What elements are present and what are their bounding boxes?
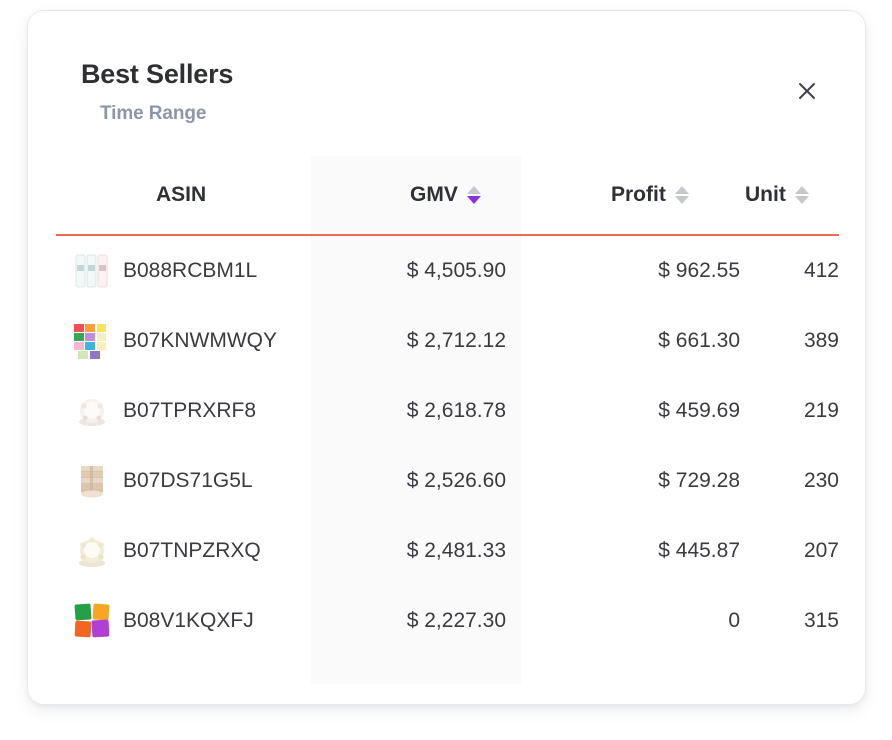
sort-icon-profit[interactable] bbox=[674, 186, 689, 204]
column-header-gmv-label: GMV bbox=[410, 183, 458, 206]
cell-gmv: $ 2,526.60 bbox=[406, 469, 506, 492]
asin-value: B088RCBM1L bbox=[123, 259, 258, 282]
card-header: Best Sellers Time Range bbox=[28, 11, 865, 156]
cell-asin: B07TPRXRF8 bbox=[73, 376, 311, 446]
asin-value: B07TNPZRXQ bbox=[123, 539, 261, 562]
table-body: B088RCBM1L $ 4,505.90 $ 962.55 412 B07KN… bbox=[28, 236, 865, 656]
sort-up-triangle bbox=[794, 186, 809, 194]
cell-gmv: $ 2,227.30 bbox=[406, 609, 506, 632]
asin-value: B07DS71G5L bbox=[123, 469, 253, 492]
column-header-profit[interactable]: Profit bbox=[611, 183, 689, 207]
cell-unit: 315 bbox=[803, 609, 839, 632]
sort-down-triangle bbox=[674, 196, 689, 204]
column-header-unit[interactable]: Unit bbox=[745, 183, 809, 207]
asin-value: B08V1KQXFJ bbox=[123, 609, 254, 632]
cell-asin: B07KNWMWQY bbox=[73, 306, 311, 376]
cell-gmv: $ 2,712.12 bbox=[406, 329, 506, 352]
column-header-asin[interactable]: ASIN bbox=[156, 183, 206, 207]
cell-unit: 230 bbox=[803, 469, 839, 492]
sort-down-triangle bbox=[466, 196, 481, 204]
cell-asin: B088RCBM1L bbox=[73, 236, 311, 306]
column-header-gmv[interactable]: GMV bbox=[410, 183, 481, 207]
page-title: Best Sellers bbox=[81, 59, 234, 89]
cell-unit: 389 bbox=[803, 329, 839, 352]
strips-thumbnail bbox=[73, 252, 111, 290]
stacked-tan-thumbnail bbox=[73, 462, 111, 500]
time-range-subtitle[interactable]: Time Range bbox=[100, 103, 206, 125]
table-row[interactable]: B07TNPZRXQ $ 2,481.33 $ 445.87 207 bbox=[28, 516, 865, 586]
column-header-asin-label: ASIN bbox=[156, 183, 207, 206]
cell-asin: B07DS71G5L bbox=[73, 446, 311, 516]
asin-value: B07TPRXRF8 bbox=[123, 399, 257, 422]
round-white-thumbnail bbox=[73, 392, 111, 430]
table-row[interactable]: B07TPRXRF8 $ 2,618.78 $ 459.69 219 bbox=[28, 376, 865, 446]
table-row[interactable]: B08V1KQXFJ $ 2,227.30 0 315 bbox=[28, 586, 865, 656]
cell-gmv: $ 2,481.33 bbox=[406, 539, 506, 562]
best-sellers-card: Best Sellers Time Range ASIN GMV Profit … bbox=[27, 10, 866, 705]
cell-profit: $ 729.28 bbox=[658, 469, 740, 492]
cell-asin: B07TNPZRXQ bbox=[73, 516, 311, 586]
asin-value: B07KNWMWQY bbox=[123, 329, 278, 352]
table-row[interactable]: B088RCBM1L $ 4,505.90 $ 962.55 412 bbox=[28, 236, 865, 306]
four-squares-thumbnail bbox=[73, 602, 111, 640]
cell-profit: 0 bbox=[728, 609, 740, 632]
close-icon bbox=[799, 83, 815, 99]
cell-profit: $ 661.30 bbox=[658, 329, 740, 352]
close-button[interactable] bbox=[789, 73, 825, 109]
cell-gmv: $ 2,618.78 bbox=[406, 399, 506, 422]
best-sellers-table: ASIN GMV Profit Unit B088RCBM1L $ 4,505.… bbox=[28, 156, 865, 684]
table-row[interactable]: B07DS71G5L $ 2,526.60 $ 729.28 230 bbox=[28, 446, 865, 516]
cell-unit: 207 bbox=[803, 539, 839, 562]
color-grid-thumbnail bbox=[73, 322, 111, 360]
sort-descending-icon-gmv[interactable] bbox=[466, 186, 481, 204]
table-header-row: ASIN GMV Profit Unit bbox=[28, 156, 865, 236]
column-header-unit-label: Unit bbox=[745, 183, 786, 206]
round-cream-thumbnail bbox=[73, 532, 111, 570]
cell-profit: $ 459.69 bbox=[658, 399, 740, 422]
sort-down-triangle bbox=[794, 196, 809, 204]
screen: Best Sellers Time Range ASIN GMV Profit … bbox=[0, 0, 892, 740]
table-row[interactable]: B07KNWMWQY $ 2,712.12 $ 661.30 389 bbox=[28, 306, 865, 376]
column-header-profit-label: Profit bbox=[611, 183, 666, 206]
cell-unit: 219 bbox=[803, 399, 839, 422]
cell-profit: $ 445.87 bbox=[658, 539, 740, 562]
cell-unit: 412 bbox=[803, 259, 839, 282]
sort-icon-unit[interactable] bbox=[794, 186, 809, 204]
cell-profit: $ 962.55 bbox=[658, 259, 740, 282]
sort-up-triangle bbox=[466, 186, 481, 194]
cell-gmv: $ 4,505.90 bbox=[406, 259, 506, 282]
cell-asin: B08V1KQXFJ bbox=[73, 586, 311, 656]
sort-up-triangle bbox=[674, 186, 689, 194]
